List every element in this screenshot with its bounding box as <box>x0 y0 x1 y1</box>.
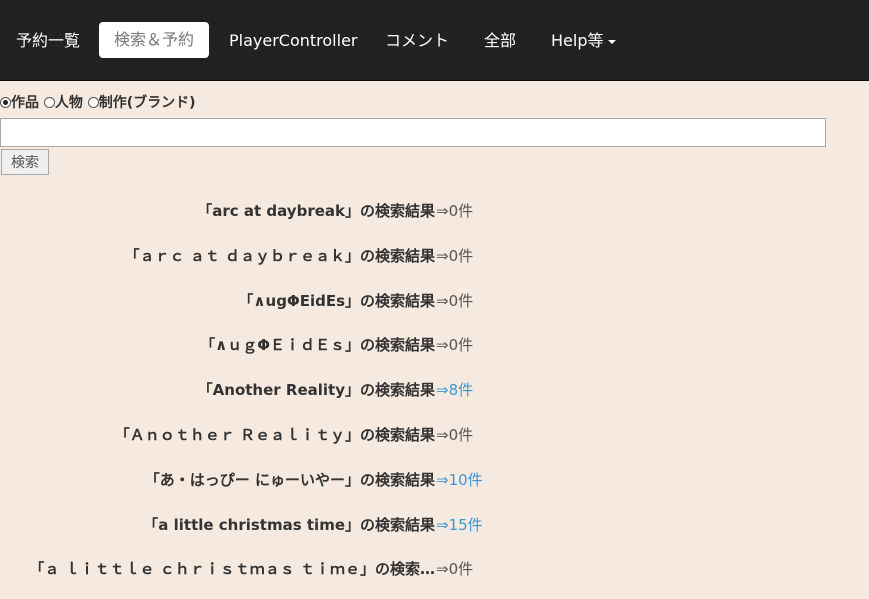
result-query: 「ａｒｃ ａｔ ｄａｙｂｒｅａｋ」の検索結果 <box>124 246 435 265</box>
nav-item-all[interactable]: 全部 <box>484 0 516 81</box>
radio-works[interactable] <box>0 97 11 108</box>
help-label: Help等 <box>551 31 604 50</box>
result-count-link[interactable]: ⇒15件 <box>436 510 483 540</box>
result-count: ⇒0件 <box>436 560 474 579</box>
result-count: ⇒0件 <box>436 202 474 220</box>
radio-brand[interactable] <box>87 97 99 108</box>
result-row: 「ａ ｌｉｔｔｌｅ ｃｈｒｉｓｔｍａｓ ｔｉｍｅ」の検索… ⇒0件 <box>0 554 869 599</box>
nav-item-comments[interactable]: コメント <box>385 0 449 81</box>
radio-works-label[interactable]: 作品 <box>11 95 39 111</box>
result-count: ⇒0件 <box>436 336 474 355</box>
search-type-options: 作品 人物 制作(ブランド) <box>0 92 196 112</box>
nav-item-search-reserve[interactable]: 検索＆予約 <box>99 22 210 58</box>
result-query: 「あ・はっぴー にゅーいやー」の検索結果 <box>144 470 435 489</box>
result-row: 「∧ugΦEidEs」の検索結果 ⇒0件 <box>0 286 869 331</box>
result-row: 「あ・はっぴー にゅーいやー」の検索結果 ⇒10件 <box>0 465 869 510</box>
result-count: ⇒0件 <box>436 291 474 310</box>
result-query: 「a little christmas time」の検索結果 <box>143 515 435 534</box>
radio-brand-label[interactable]: 制作(ブランド) <box>99 95 196 111</box>
caret-down-icon <box>608 39 617 44</box>
result-count: ⇒0件 <box>436 246 474 265</box>
top-navbar: 予約一覧 検索＆予約 PlayerController コメント 全部 Help… <box>0 0 869 81</box>
result-count-link[interactable]: ⇒10件 <box>436 465 483 495</box>
result-query: 「Ａｎｏｔｈｅｒ Ｒｅａｌｉｔｙ」の検索結果 <box>114 425 435 444</box>
radio-people-label[interactable]: 人物 <box>55 95 83 111</box>
result-query: 「Another Reality」の検索結果 <box>197 381 435 400</box>
result-row: 「∧ｕｇΦＥｉｄＥｓ」の検索結果 ⇒0件 <box>0 330 869 375</box>
result-row: 「a little christmas time」の検索結果 ⇒15件 <box>0 510 869 555</box>
result-row: 「Another Reality」の検索結果 ⇒8件 <box>0 375 869 420</box>
result-query: 「∧ｕｇΦＥｉｄＥｓ」の検索結果 <box>200 336 435 355</box>
nav-item-help-dropdown[interactable]: Help等 <box>551 0 617 81</box>
search-results-list: 「arc at daybreak」の検索結果 ⇒0件 「ａｒｃ ａｔ ｄａｙｂｒ… <box>0 196 869 599</box>
result-row: 「ａｒｃ ａｔ ｄａｙｂｒｅａｋ」の検索結果 ⇒0件 <box>0 241 869 286</box>
result-query: 「∧ugΦEidEs」の検索結果 <box>238 291 435 310</box>
nav-item-player-controller[interactable]: PlayerController <box>229 0 358 81</box>
result-query: 「arc at daybreak」の検索結果 <box>197 202 435 220</box>
result-count: ⇒0件 <box>436 425 474 444</box>
radio-people[interactable] <box>43 97 55 108</box>
result-row: 「arc at daybreak」の検索結果 ⇒0件 <box>0 196 869 241</box>
result-query: 「ａ ｌｉｔｔｌｅ ｃｈｒｉｓｔｍａｓ ｔｉｍｅ」の検索… <box>29 560 435 579</box>
result-count-link[interactable]: ⇒8件 <box>436 375 473 405</box>
search-button[interactable]: 検索 <box>1 149 49 175</box>
nav-item-reservations[interactable]: 予約一覧 <box>16 0 80 81</box>
search-input[interactable] <box>0 118 826 147</box>
result-row: 「Ａｎｏｔｈｅｒ Ｒｅａｌｉｔｙ」の検索結果 ⇒0件 <box>0 420 869 465</box>
